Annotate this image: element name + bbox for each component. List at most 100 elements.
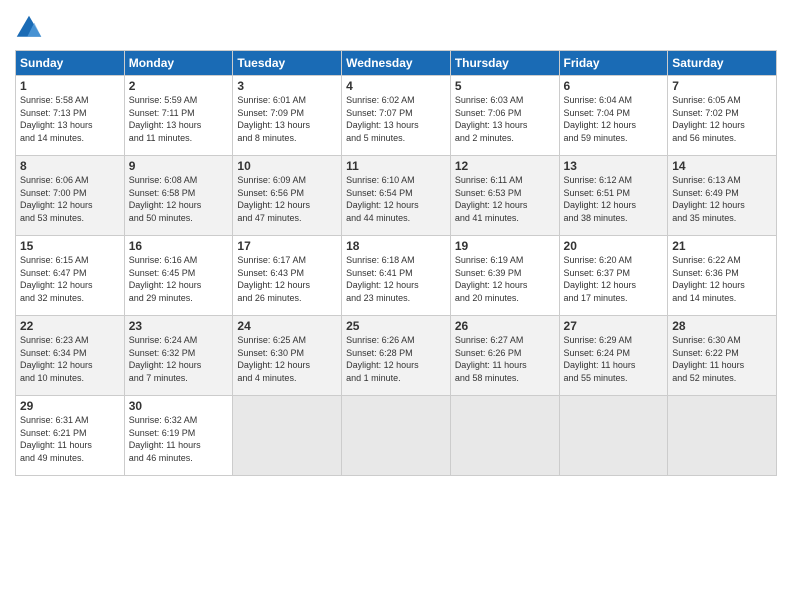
day-info: Sunrise: 6:12 AM Sunset: 6:51 PM Dayligh… bbox=[564, 174, 664, 224]
day-number: 3 bbox=[237, 79, 337, 93]
day-cell: 13Sunrise: 6:12 AM Sunset: 6:51 PM Dayli… bbox=[559, 156, 668, 236]
day-cell: 3Sunrise: 6:01 AM Sunset: 7:09 PM Daylig… bbox=[233, 76, 342, 156]
day-cell bbox=[450, 396, 559, 476]
day-cell: 1Sunrise: 5:58 AM Sunset: 7:13 PM Daylig… bbox=[16, 76, 125, 156]
header bbox=[15, 10, 777, 42]
day-cell: 28Sunrise: 6:30 AM Sunset: 6:22 PM Dayli… bbox=[668, 316, 777, 396]
day-number: 19 bbox=[455, 239, 555, 253]
day-info: Sunrise: 6:11 AM Sunset: 6:53 PM Dayligh… bbox=[455, 174, 555, 224]
day-number: 12 bbox=[455, 159, 555, 173]
day-info: Sunrise: 6:03 AM Sunset: 7:06 PM Dayligh… bbox=[455, 94, 555, 144]
day-number: 15 bbox=[20, 239, 120, 253]
header-cell-thursday: Thursday bbox=[450, 51, 559, 76]
day-info: Sunrise: 6:17 AM Sunset: 6:43 PM Dayligh… bbox=[237, 254, 337, 304]
day-cell: 4Sunrise: 6:02 AM Sunset: 7:07 PM Daylig… bbox=[342, 76, 451, 156]
header-row: SundayMondayTuesdayWednesdayThursdayFrid… bbox=[16, 51, 777, 76]
day-number: 28 bbox=[672, 319, 772, 333]
day-number: 29 bbox=[20, 399, 120, 413]
day-cell: 8Sunrise: 6:06 AM Sunset: 7:00 PM Daylig… bbox=[16, 156, 125, 236]
day-number: 9 bbox=[129, 159, 229, 173]
day-info: Sunrise: 6:30 AM Sunset: 6:22 PM Dayligh… bbox=[672, 334, 772, 384]
day-number: 14 bbox=[672, 159, 772, 173]
day-number: 2 bbox=[129, 79, 229, 93]
day-cell: 19Sunrise: 6:19 AM Sunset: 6:39 PM Dayli… bbox=[450, 236, 559, 316]
day-info: Sunrise: 6:27 AM Sunset: 6:26 PM Dayligh… bbox=[455, 334, 555, 384]
header-cell-friday: Friday bbox=[559, 51, 668, 76]
day-info: Sunrise: 6:24 AM Sunset: 6:32 PM Dayligh… bbox=[129, 334, 229, 384]
day-cell: 21Sunrise: 6:22 AM Sunset: 6:36 PM Dayli… bbox=[668, 236, 777, 316]
day-number: 6 bbox=[564, 79, 664, 93]
day-number: 13 bbox=[564, 159, 664, 173]
day-info: Sunrise: 6:20 AM Sunset: 6:37 PM Dayligh… bbox=[564, 254, 664, 304]
day-number: 23 bbox=[129, 319, 229, 333]
day-cell: 29Sunrise: 6:31 AM Sunset: 6:21 PM Dayli… bbox=[16, 396, 125, 476]
header-cell-sunday: Sunday bbox=[16, 51, 125, 76]
logo-icon bbox=[15, 14, 43, 42]
week-row-5: 29Sunrise: 6:31 AM Sunset: 6:21 PM Dayli… bbox=[16, 396, 777, 476]
day-cell bbox=[342, 396, 451, 476]
day-info: Sunrise: 5:58 AM Sunset: 7:13 PM Dayligh… bbox=[20, 94, 120, 144]
day-cell: 11Sunrise: 6:10 AM Sunset: 6:54 PM Dayli… bbox=[342, 156, 451, 236]
day-number: 24 bbox=[237, 319, 337, 333]
day-cell: 16Sunrise: 6:16 AM Sunset: 6:45 PM Dayli… bbox=[124, 236, 233, 316]
day-cell: 15Sunrise: 6:15 AM Sunset: 6:47 PM Dayli… bbox=[16, 236, 125, 316]
day-cell: 25Sunrise: 6:26 AM Sunset: 6:28 PM Dayli… bbox=[342, 316, 451, 396]
day-info: Sunrise: 6:09 AM Sunset: 6:56 PM Dayligh… bbox=[237, 174, 337, 224]
day-number: 8 bbox=[20, 159, 120, 173]
day-cell bbox=[559, 396, 668, 476]
day-info: Sunrise: 6:29 AM Sunset: 6:24 PM Dayligh… bbox=[564, 334, 664, 384]
day-number: 30 bbox=[129, 399, 229, 413]
calendar-table: SundayMondayTuesdayWednesdayThursdayFrid… bbox=[15, 50, 777, 476]
day-cell: 12Sunrise: 6:11 AM Sunset: 6:53 PM Dayli… bbox=[450, 156, 559, 236]
day-cell: 9Sunrise: 6:08 AM Sunset: 6:58 PM Daylig… bbox=[124, 156, 233, 236]
day-cell: 23Sunrise: 6:24 AM Sunset: 6:32 PM Dayli… bbox=[124, 316, 233, 396]
day-info: Sunrise: 6:04 AM Sunset: 7:04 PM Dayligh… bbox=[564, 94, 664, 144]
week-row-2: 8Sunrise: 6:06 AM Sunset: 7:00 PM Daylig… bbox=[16, 156, 777, 236]
day-info: Sunrise: 6:01 AM Sunset: 7:09 PM Dayligh… bbox=[237, 94, 337, 144]
day-info: Sunrise: 6:25 AM Sunset: 6:30 PM Dayligh… bbox=[237, 334, 337, 384]
day-cell: 30Sunrise: 6:32 AM Sunset: 6:19 PM Dayli… bbox=[124, 396, 233, 476]
day-info: Sunrise: 6:32 AM Sunset: 6:19 PM Dayligh… bbox=[129, 414, 229, 464]
day-cell: 10Sunrise: 6:09 AM Sunset: 6:56 PM Dayli… bbox=[233, 156, 342, 236]
day-cell bbox=[233, 396, 342, 476]
day-number: 25 bbox=[346, 319, 446, 333]
day-cell bbox=[668, 396, 777, 476]
day-cell: 18Sunrise: 6:18 AM Sunset: 6:41 PM Dayli… bbox=[342, 236, 451, 316]
day-cell: 7Sunrise: 6:05 AM Sunset: 7:02 PM Daylig… bbox=[668, 76, 777, 156]
day-info: Sunrise: 6:05 AM Sunset: 7:02 PM Dayligh… bbox=[672, 94, 772, 144]
day-number: 16 bbox=[129, 239, 229, 253]
day-info: Sunrise: 6:08 AM Sunset: 6:58 PM Dayligh… bbox=[129, 174, 229, 224]
day-number: 20 bbox=[564, 239, 664, 253]
day-info: Sunrise: 6:06 AM Sunset: 7:00 PM Dayligh… bbox=[20, 174, 120, 224]
day-number: 1 bbox=[20, 79, 120, 93]
day-info: Sunrise: 6:22 AM Sunset: 6:36 PM Dayligh… bbox=[672, 254, 772, 304]
day-number: 22 bbox=[20, 319, 120, 333]
day-cell: 17Sunrise: 6:17 AM Sunset: 6:43 PM Dayli… bbox=[233, 236, 342, 316]
day-info: Sunrise: 6:26 AM Sunset: 6:28 PM Dayligh… bbox=[346, 334, 446, 384]
day-number: 7 bbox=[672, 79, 772, 93]
day-number: 17 bbox=[237, 239, 337, 253]
week-row-3: 15Sunrise: 6:15 AM Sunset: 6:47 PM Dayli… bbox=[16, 236, 777, 316]
day-cell: 5Sunrise: 6:03 AM Sunset: 7:06 PM Daylig… bbox=[450, 76, 559, 156]
day-info: Sunrise: 6:31 AM Sunset: 6:21 PM Dayligh… bbox=[20, 414, 120, 464]
day-info: Sunrise: 6:10 AM Sunset: 6:54 PM Dayligh… bbox=[346, 174, 446, 224]
day-cell: 26Sunrise: 6:27 AM Sunset: 6:26 PM Dayli… bbox=[450, 316, 559, 396]
day-info: Sunrise: 6:13 AM Sunset: 6:49 PM Dayligh… bbox=[672, 174, 772, 224]
week-row-1: 1Sunrise: 5:58 AM Sunset: 7:13 PM Daylig… bbox=[16, 76, 777, 156]
day-info: Sunrise: 6:19 AM Sunset: 6:39 PM Dayligh… bbox=[455, 254, 555, 304]
day-cell: 2Sunrise: 5:59 AM Sunset: 7:11 PM Daylig… bbox=[124, 76, 233, 156]
header-cell-monday: Monday bbox=[124, 51, 233, 76]
day-cell: 27Sunrise: 6:29 AM Sunset: 6:24 PM Dayli… bbox=[559, 316, 668, 396]
day-number: 4 bbox=[346, 79, 446, 93]
day-number: 11 bbox=[346, 159, 446, 173]
day-number: 27 bbox=[564, 319, 664, 333]
day-info: Sunrise: 6:18 AM Sunset: 6:41 PM Dayligh… bbox=[346, 254, 446, 304]
header-cell-wednesday: Wednesday bbox=[342, 51, 451, 76]
week-row-4: 22Sunrise: 6:23 AM Sunset: 6:34 PM Dayli… bbox=[16, 316, 777, 396]
day-cell: 22Sunrise: 6:23 AM Sunset: 6:34 PM Dayli… bbox=[16, 316, 125, 396]
day-cell: 20Sunrise: 6:20 AM Sunset: 6:37 PM Dayli… bbox=[559, 236, 668, 316]
day-number: 21 bbox=[672, 239, 772, 253]
day-number: 10 bbox=[237, 159, 337, 173]
day-info: Sunrise: 6:15 AM Sunset: 6:47 PM Dayligh… bbox=[20, 254, 120, 304]
day-number: 18 bbox=[346, 239, 446, 253]
